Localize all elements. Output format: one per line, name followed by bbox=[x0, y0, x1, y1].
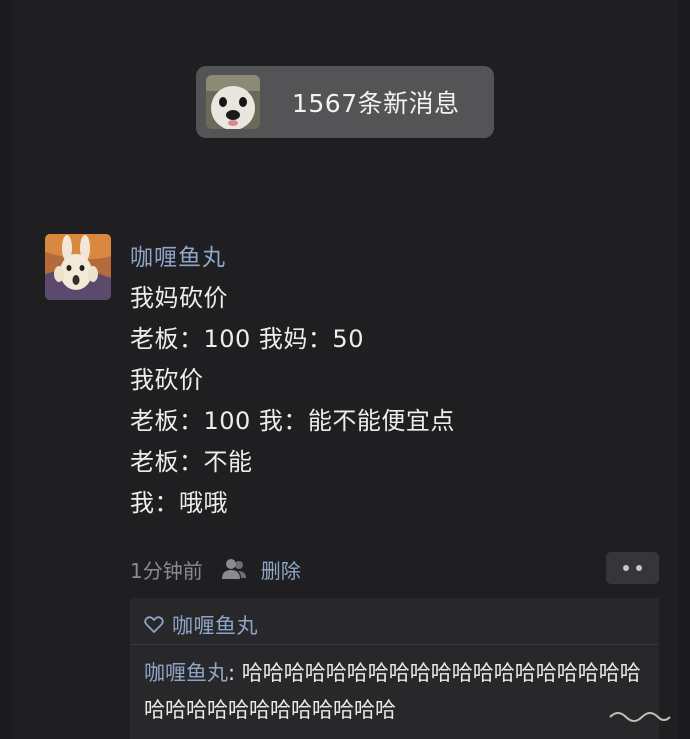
post-content: 我妈砍价 老板：100 我妈：50 我砍价 老板：100 我：能不能便宜点 老板… bbox=[130, 278, 455, 524]
dot-icon bbox=[623, 565, 629, 571]
watermark-logo bbox=[609, 712, 671, 722]
comment-box: 咖喱鱼丸 咖喱鱼丸: 哈哈哈哈哈哈哈哈哈哈哈哈哈哈哈哈哈哈哈哈哈哈哈哈哈哈哈哈哈… bbox=[130, 598, 659, 739]
post-line: 老板：100 我：能不能便宜点 bbox=[130, 407, 455, 435]
heart-outline-icon bbox=[144, 616, 164, 633]
more-actions-button[interactable] bbox=[606, 552, 659, 584]
likes-row: 咖喱鱼丸 bbox=[144, 610, 258, 640]
post-line: 老板：100 我妈：50 bbox=[130, 325, 364, 353]
post-line: 我砍价 bbox=[130, 366, 204, 394]
visibility-users-icon bbox=[221, 559, 246, 579]
post-time: 1分钟前 bbox=[130, 558, 203, 583]
comment-item[interactable]: 咖喱鱼丸: 哈哈哈哈哈哈哈哈哈哈哈哈哈哈哈哈哈哈哈哈哈哈哈哈哈哈哈哈哈哈哈 bbox=[144, 655, 656, 729]
dog-face-icon bbox=[206, 75, 260, 129]
post-meta: 1分钟前 删除 bbox=[130, 554, 301, 584]
new-messages-label: 1567条新消息 bbox=[292, 89, 460, 118]
dot-icon bbox=[636, 565, 642, 571]
post-line: 我：哦哦 bbox=[130, 489, 228, 517]
author-avatar[interactable] bbox=[45, 234, 111, 300]
dog-face-avatar bbox=[206, 75, 260, 129]
post-line: 我妈砍价 bbox=[130, 284, 228, 312]
comment-author[interactable]: 咖喱鱼丸 bbox=[144, 661, 228, 685]
post-author[interactable]: 咖喱鱼丸 bbox=[130, 238, 226, 272]
comment-divider bbox=[130, 644, 659, 645]
comment-separator: : bbox=[228, 661, 242, 685]
liked-by-name[interactable]: 咖喱鱼丸 bbox=[172, 610, 258, 640]
screaming-rabbit-icon bbox=[45, 234, 111, 300]
post-line: 老板：不能 bbox=[130, 448, 253, 476]
screen: 1567条新消息 咖喱鱼丸 我妈砍价 老板：100 我妈：50 我砍价 老板：1… bbox=[0, 0, 690, 739]
new-messages-banner[interactable]: 1567条新消息 bbox=[196, 66, 494, 138]
delete-button[interactable]: 删除 bbox=[261, 555, 301, 584]
